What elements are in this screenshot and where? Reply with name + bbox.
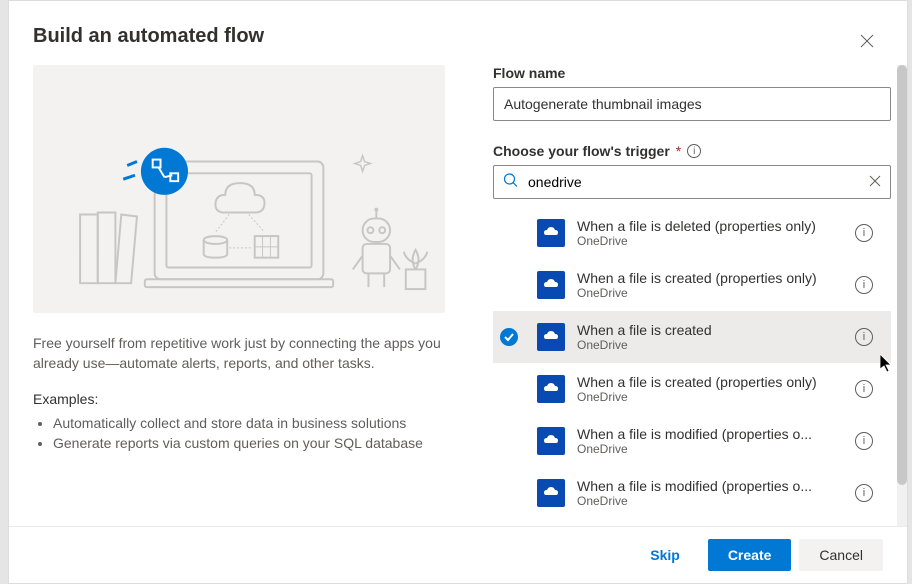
dialog-header: Build an automated flow xyxy=(9,1,907,65)
trigger-title: When a file is created (properties only) xyxy=(577,374,843,390)
onedrive-icon xyxy=(537,219,565,247)
info-icon[interactable]: i xyxy=(855,432,873,450)
close-icon xyxy=(860,34,874,48)
dialog-footer: Skip Create Cancel xyxy=(9,526,907,583)
skip-button[interactable]: Skip xyxy=(630,539,700,571)
examples-label: Examples: xyxy=(33,391,445,407)
info-icon[interactable]: i xyxy=(855,484,873,502)
info-icon[interactable]: i xyxy=(687,144,701,158)
trigger-connector: OneDrive xyxy=(577,234,843,248)
trigger-label-row: Choose your flow's trigger * i xyxy=(493,143,891,159)
trigger-text: When a file is created (properties only)… xyxy=(577,374,843,404)
example-item: Generate reports via custom queries on y… xyxy=(53,433,445,453)
cancel-button[interactable]: Cancel xyxy=(799,539,883,571)
trigger-title: When a file is deleted (properties only) xyxy=(577,218,843,234)
search-icon xyxy=(503,173,519,192)
radio-slot xyxy=(493,328,525,346)
required-asterisk: * xyxy=(676,143,681,159)
dialog-body: Free yourself from repetitive work just … xyxy=(9,65,907,526)
flow-name-label: Flow name xyxy=(493,65,891,81)
trigger-connector: OneDrive xyxy=(577,390,843,404)
onedrive-icon xyxy=(537,323,565,351)
scrollbar-track[interactable] xyxy=(897,65,907,526)
trigger-label: Choose your flow's trigger xyxy=(493,143,670,159)
info-icon[interactable]: i xyxy=(855,328,873,346)
dialog-title: Build an automated flow xyxy=(33,25,264,48)
trigger-title: When a file is created xyxy=(577,322,843,338)
scrollbar-thumb[interactable] xyxy=(897,65,907,485)
trigger-item[interactable]: When a file is created (properties only)… xyxy=(493,259,891,311)
left-panel: Free yourself from repetitive work just … xyxy=(9,65,469,526)
trigger-title: When a file is modified (properties o... xyxy=(577,426,843,442)
onedrive-icon xyxy=(537,479,565,507)
flow-name-input[interactable] xyxy=(493,87,891,121)
info-icon[interactable]: i xyxy=(855,380,873,398)
trigger-text: When a file is modified (properties o...… xyxy=(577,426,843,456)
trigger-text: When a file is createdOneDrive xyxy=(577,322,843,352)
illustration xyxy=(33,65,445,313)
trigger-item[interactable]: When a file is modified (properties o...… xyxy=(493,415,891,467)
radio-checked-icon xyxy=(500,328,518,346)
trigger-connector: OneDrive xyxy=(577,338,843,352)
trigger-search-box xyxy=(493,165,891,199)
example-item: Automatically collect and store data in … xyxy=(53,413,445,433)
trigger-list: When a file is deleted (properties only)… xyxy=(493,207,891,519)
onedrive-icon xyxy=(537,427,565,455)
trigger-title: When a file is created (properties only) xyxy=(577,270,843,286)
clear-search-icon[interactable] xyxy=(869,174,881,190)
trigger-item[interactable]: When a file is createdOneDrive i xyxy=(493,311,891,363)
trigger-item[interactable]: When a file is modified (properties o...… xyxy=(493,467,891,519)
dialog: Build an automated flow xyxy=(8,0,908,584)
right-panel: Flow name Choose your flow's trigger * i… xyxy=(469,65,907,526)
trigger-connector: OneDrive xyxy=(577,494,843,508)
trigger-text: When a file is deleted (properties only)… xyxy=(577,218,843,248)
close-button[interactable] xyxy=(851,25,883,57)
description-text: Free yourself from repetitive work just … xyxy=(33,333,445,373)
trigger-search-input[interactable] xyxy=(493,165,891,199)
info-icon[interactable]: i xyxy=(855,276,873,294)
trigger-title: When a file is modified (properties o... xyxy=(577,478,843,494)
onedrive-icon xyxy=(537,375,565,403)
trigger-connector: OneDrive xyxy=(577,442,843,456)
trigger-text: When a file is created (properties only)… xyxy=(577,270,843,300)
create-button[interactable]: Create xyxy=(708,539,792,571)
examples-list: Automatically collect and store data in … xyxy=(33,413,445,453)
trigger-item[interactable]: When a file is created (properties only)… xyxy=(493,363,891,415)
trigger-connector: OneDrive xyxy=(577,286,843,300)
trigger-item[interactable]: When a file is deleted (properties only)… xyxy=(493,207,891,259)
onedrive-icon xyxy=(537,271,565,299)
info-icon[interactable]: i xyxy=(855,224,873,242)
trigger-text: When a file is modified (properties o...… xyxy=(577,478,843,508)
